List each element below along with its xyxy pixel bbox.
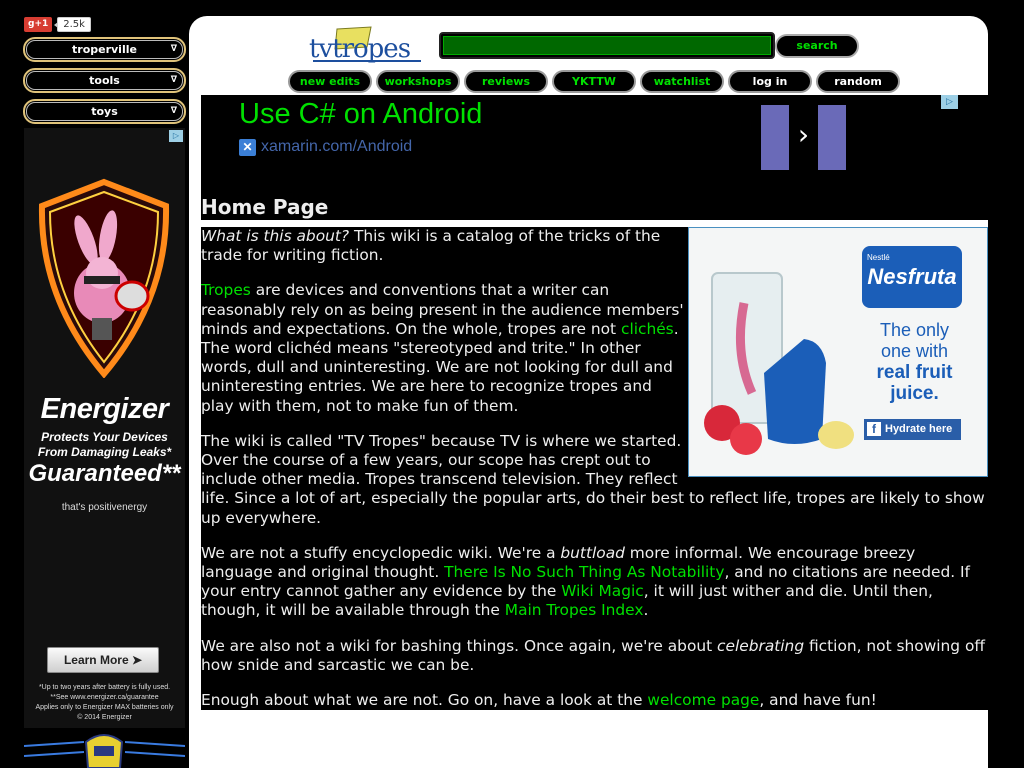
paragraph: We are also not a wiki for bashing thing… xyxy=(201,637,988,675)
nav-new-edits[interactable]: new edits xyxy=(288,70,372,93)
article-body: Nesfruta Nestlé The only one with real f… xyxy=(201,227,988,710)
adchoices-icon[interactable]: ▷ xyxy=(169,130,183,142)
xamarin-icon: ✕ xyxy=(239,138,256,156)
chevron-down-icon: ∇ xyxy=(170,106,177,116)
link-welcome-page[interactable]: welcome page xyxy=(647,691,759,709)
menu-tools[interactable]: tools ∇ xyxy=(23,68,186,93)
chevron-down-icon: ∇ xyxy=(170,44,177,54)
nesfruta-bottle-image xyxy=(704,272,854,455)
menu-label: tools xyxy=(89,74,120,87)
ad-subtitle-line: Protects Your Devices xyxy=(41,430,168,444)
search-button[interactable]: search xyxy=(775,34,859,58)
logo-text: tvtropes xyxy=(309,34,411,64)
ad-headline[interactable]: Use C# on Android xyxy=(239,98,482,131)
nesfruta-ad[interactable]: Nesfruta Nestlé The only one with real f… xyxy=(688,227,988,477)
cta-label: Hydrate here xyxy=(885,423,953,435)
search-input[interactable] xyxy=(439,32,775,59)
nav-workshops[interactable]: workshops xyxy=(376,70,460,93)
google-plus-widget[interactable]: g+1 2.5k xyxy=(24,16,91,32)
link-cliches[interactable]: clichés xyxy=(621,320,674,338)
ad-copy-line: juice. xyxy=(890,383,939,404)
facebook-icon: f xyxy=(867,422,881,436)
trope-mascot-image xyxy=(24,734,185,768)
nav-random[interactable]: random xyxy=(816,70,900,93)
ad-subtitle-line: From Damaging Leaks* xyxy=(37,445,172,459)
emphasis: celebrating xyxy=(717,636,805,655)
text: . xyxy=(643,601,649,620)
text: Enough about what we are not. Go on, hav… xyxy=(201,691,648,710)
fine-print-line: **See www.energizer.ca/guarantee xyxy=(50,694,159,701)
fine-print-line: *Up to two years after battery is fully … xyxy=(38,684,171,691)
text: , and have fun! xyxy=(759,691,877,710)
fine-print-line: © 2014 Energizer xyxy=(77,714,132,721)
ad-copy-line: one with xyxy=(880,341,949,361)
nav-ykttw[interactable]: YKTTW xyxy=(552,70,636,93)
paragraph: We are not a stuffy encyclopedic wiki. W… xyxy=(201,544,988,621)
link-notability[interactable]: There Is No Such Thing As Notability xyxy=(444,563,724,581)
link-tropes[interactable]: Tropes xyxy=(201,281,251,299)
nav-watchlist[interactable]: watchlist xyxy=(640,70,724,93)
learn-more-button[interactable]: Learn More ➤ xyxy=(47,647,159,673)
text: We are not a stuffy encyclopedic wiki. W… xyxy=(201,543,561,562)
energizer-bunny-shield-image xyxy=(38,178,170,378)
tvtropes-logo[interactable]: tvtropes xyxy=(309,25,424,65)
hydrate-here-button[interactable]: f Hydrate here xyxy=(864,419,961,440)
adchoices-icon[interactable]: ▷ xyxy=(941,95,958,109)
menu-toys[interactable]: toys ∇ xyxy=(23,99,186,124)
search-field[interactable] xyxy=(443,36,771,55)
chevron-down-icon: ∇ xyxy=(170,75,177,85)
menu-label: toys xyxy=(91,105,118,118)
ad-title: Energizer xyxy=(40,393,169,425)
link-main-tropes-index[interactable]: Main Tropes Index xyxy=(505,601,644,619)
ad-copy-line: The only xyxy=(879,320,950,340)
paragraph: Enough about what we are not. Go on, hav… xyxy=(201,691,988,710)
energizer-ad[interactable]: ▷ Energizer Protects Your Devices From D… xyxy=(24,128,185,728)
menu-troperville[interactable]: troperville ∇ xyxy=(23,37,186,62)
ad-url-text[interactable]: xamarin.com/Android xyxy=(261,138,412,156)
ad-fine-print: *Up to two years after battery is fully … xyxy=(24,683,185,723)
nav-reviews[interactable]: reviews xyxy=(464,70,548,93)
divider xyxy=(201,220,988,227)
emphasis: buttload xyxy=(560,543,625,562)
ad-next-button[interactable]: › xyxy=(761,105,846,170)
text: are devices and conventions that a write… xyxy=(201,281,684,338)
emphasis: What is this about? xyxy=(201,227,350,245)
page-title: Home Page xyxy=(201,195,988,220)
ad-url[interactable]: ✕ xamarin.com/Android xyxy=(239,138,412,156)
google-plus-count: 2.5k xyxy=(54,16,91,32)
text: We are also not a wiki for bashing thing… xyxy=(201,636,718,655)
fine-print-line: Applies only to Energizer MAX batteries … xyxy=(35,704,174,711)
chevron-right-icon: › xyxy=(789,105,818,170)
ad-copy-line: real fruit xyxy=(876,362,953,383)
menu-label: troperville xyxy=(72,43,137,56)
nav-log-in[interactable]: log in xyxy=(728,70,812,93)
ad-copy: The only one with real fruit juice. xyxy=(857,320,972,404)
google-plus-button[interactable]: g+1 xyxy=(24,16,53,32)
ad-subtitle: Protects Your Devices From Damaging Leak… xyxy=(24,430,185,460)
ad-guarantee: Guaranteed** xyxy=(28,460,181,487)
xamarin-ad[interactable]: Use C# on Android ✕ xamarin.com/Android … xyxy=(201,95,988,190)
link-wiki-magic[interactable]: Wiki Magic xyxy=(561,582,643,600)
nestle-label: Nestlé xyxy=(867,253,890,262)
ad-tagline: that's positivenergy xyxy=(61,502,148,513)
